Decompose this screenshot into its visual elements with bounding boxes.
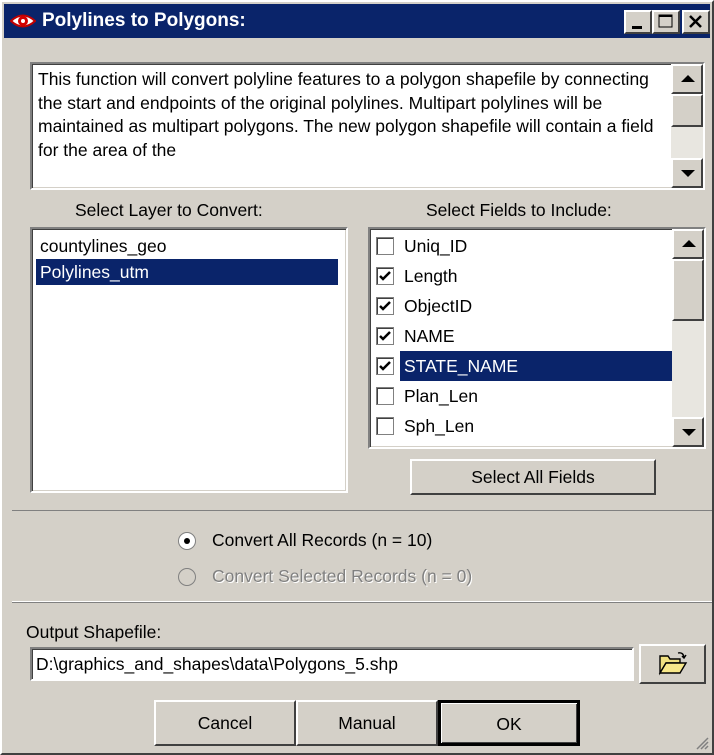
minimize-button[interactable] xyxy=(624,10,652,34)
field-checkbox[interactable] xyxy=(376,357,394,375)
field-label: STATE_NAME xyxy=(400,351,672,381)
field-label: NAME xyxy=(404,326,455,346)
window-title: Polylines to Polygons: xyxy=(42,10,246,31)
checkmark-icon xyxy=(379,331,391,341)
close-icon xyxy=(689,15,702,28)
convert-selected-radio[interactable] xyxy=(178,568,196,586)
field-item-sph-len[interactable]: Sph_Len xyxy=(376,411,672,441)
field-checkbox[interactable] xyxy=(376,387,394,405)
scroll-down-button[interactable] xyxy=(671,158,703,188)
scroll-thumb[interactable] xyxy=(672,259,704,321)
field-checkbox[interactable] xyxy=(376,237,394,255)
arrow-down-icon xyxy=(682,429,696,436)
select-all-fields-button[interactable]: Select All Fields xyxy=(410,459,656,495)
close-button[interactable] xyxy=(682,10,710,34)
manual-button[interactable]: Manual xyxy=(296,700,438,746)
layer-list[interactable]: countylines_geo Polylines_utm xyxy=(30,227,348,493)
resize-grip-icon[interactable] xyxy=(695,736,709,750)
app-eye-icon xyxy=(10,14,36,28)
field-label: Length xyxy=(404,266,458,286)
field-label: Uniq_ID xyxy=(404,236,468,256)
field-item-uniq-id[interactable]: Uniq_ID xyxy=(376,231,672,261)
title-bar[interactable]: Polylines to Polygons: xyxy=(4,4,710,38)
arrow-up-icon xyxy=(681,75,695,82)
scroll-up-button[interactable] xyxy=(672,229,704,259)
field-checkbox[interactable] xyxy=(376,417,394,435)
fields-scrollbar[interactable] xyxy=(672,229,704,447)
checkmark-icon xyxy=(379,271,391,281)
field-checkbox[interactable] xyxy=(376,327,394,345)
browse-folder-button[interactable] xyxy=(639,644,706,684)
arrow-down-icon xyxy=(681,170,695,177)
description-text: This function will convert polyline feat… xyxy=(38,69,654,160)
field-label: Plan_Len xyxy=(404,386,478,406)
field-checkbox[interactable] xyxy=(376,297,394,315)
layer-list-label: Select Layer to Convert: xyxy=(75,200,263,220)
field-label: ObjectID xyxy=(404,296,473,316)
convert-selected-label[interactable]: Convert Selected Records (n = 0) xyxy=(212,566,472,587)
maximize-button[interactable] xyxy=(652,10,680,34)
description-box[interactable]: This function will convert polyline feat… xyxy=(30,62,705,190)
field-item-name[interactable]: NAME xyxy=(376,321,672,351)
arrow-up-icon xyxy=(682,240,696,247)
minimize-icon xyxy=(632,26,642,29)
output-label: Output Shapefile: xyxy=(26,622,162,642)
field-item-objectid[interactable]: ObjectID xyxy=(376,291,672,321)
field-item-state-name[interactable]: STATE_NAME xyxy=(376,351,672,381)
checkmark-icon xyxy=(379,301,391,311)
maximize-icon xyxy=(658,14,673,28)
field-checkbox[interactable] xyxy=(376,267,394,285)
description-scrollbar[interactable] xyxy=(671,64,703,188)
ok-button[interactable]: OK xyxy=(438,700,580,746)
convert-all-label[interactable]: Convert All Records (n = 10) xyxy=(212,530,432,551)
fields-list[interactable]: Uniq_ID Length ObjectID NAME STATE_NAME … xyxy=(368,227,706,449)
records-group xyxy=(12,510,712,602)
fields-list-label: Select Fields to Include: xyxy=(426,200,612,220)
field-label: Sph_Len xyxy=(404,416,475,436)
output-path-input[interactable]: D:\graphics_and_shapes\data\Polygons_5.s… xyxy=(30,647,634,681)
scroll-down-button[interactable] xyxy=(672,417,704,447)
field-item-plan-len[interactable]: Plan_Len xyxy=(376,381,672,411)
layer-item-countylines-geo[interactable]: countylines_geo xyxy=(36,233,170,259)
layer-item-polylines-utm[interactable]: Polylines_utm xyxy=(36,259,338,285)
dialog-window: Polylines to Polygons: This function wil… xyxy=(0,0,714,755)
convert-all-radio[interactable] xyxy=(178,532,196,550)
radio-dot xyxy=(184,538,190,544)
folder-open-icon xyxy=(658,652,688,676)
scroll-up-button[interactable] xyxy=(671,64,703,94)
field-item-length[interactable]: Length xyxy=(376,261,672,291)
scroll-thumb[interactable] xyxy=(671,94,703,127)
cancel-button[interactable]: Cancel xyxy=(154,700,296,746)
checkmark-icon xyxy=(379,361,391,371)
